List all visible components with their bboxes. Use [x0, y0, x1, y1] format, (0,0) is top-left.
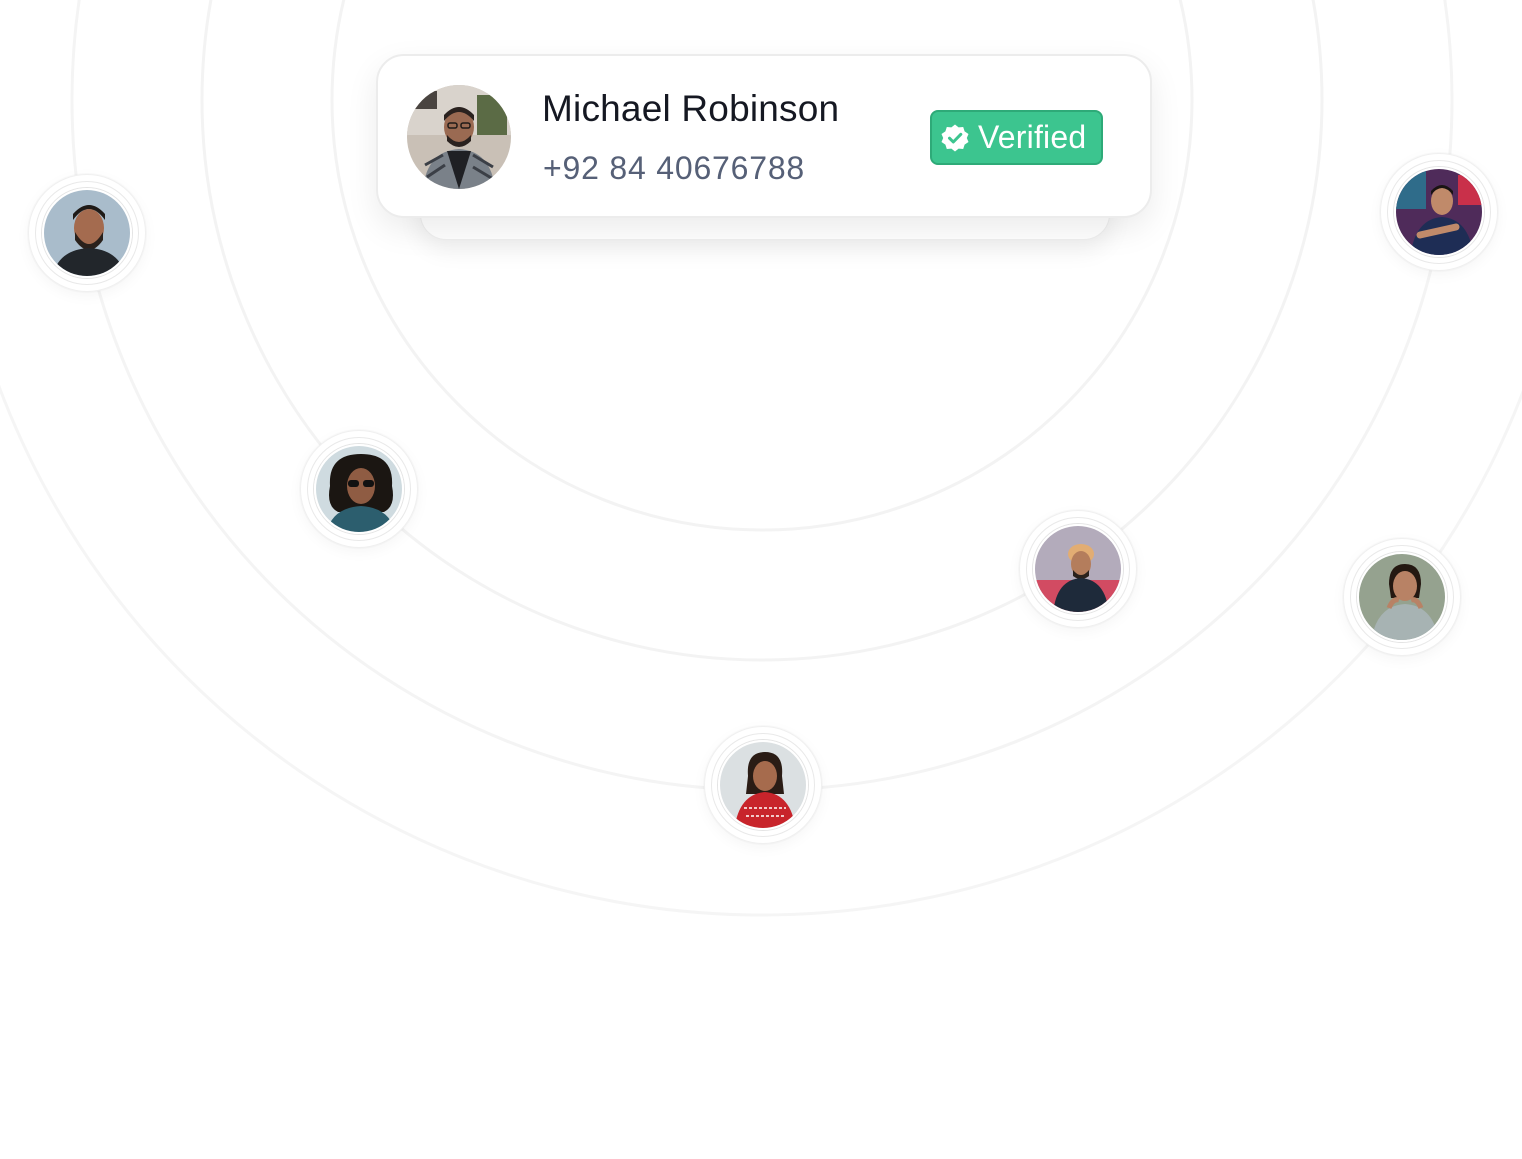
verified-check-icon: [941, 124, 969, 151]
contacts-network-illustration: Michael Robinson +92 84 40676788 Verifie…: [0, 0, 1522, 1159]
contact-avatar-1[interactable]: [28, 174, 146, 292]
profile-name: Michael Robinson: [542, 88, 840, 129]
profile-avatar: [407, 85, 511, 189]
contact-avatar-4[interactable]: [1019, 510, 1137, 628]
contact-avatar-5[interactable]: [1343, 538, 1461, 656]
contact-avatar-2[interactable]: [300, 430, 418, 548]
contact-avatar-6[interactable]: [1380, 153, 1498, 271]
man-with-beard-avatar: [42, 188, 132, 278]
man-turban-leather-jacket-avatar: [1033, 524, 1123, 614]
man-curly-hair-sunglasses-avatar: [314, 444, 404, 534]
woman-grey-sweater-avatar: [1357, 552, 1447, 642]
verified-badge: Verified: [930, 110, 1103, 165]
contact-avatar-3[interactable]: [704, 726, 822, 844]
verified-badge-label: Verified: [978, 119, 1087, 155]
profile-card[interactable]: Michael Robinson +92 84 40676788 Verifie…: [376, 54, 1152, 218]
woman-red-sweater-avatar: [718, 740, 808, 830]
man-navy-shirt-avatar: [1394, 167, 1484, 257]
profile-phone: +92 84 40676788: [543, 150, 806, 186]
